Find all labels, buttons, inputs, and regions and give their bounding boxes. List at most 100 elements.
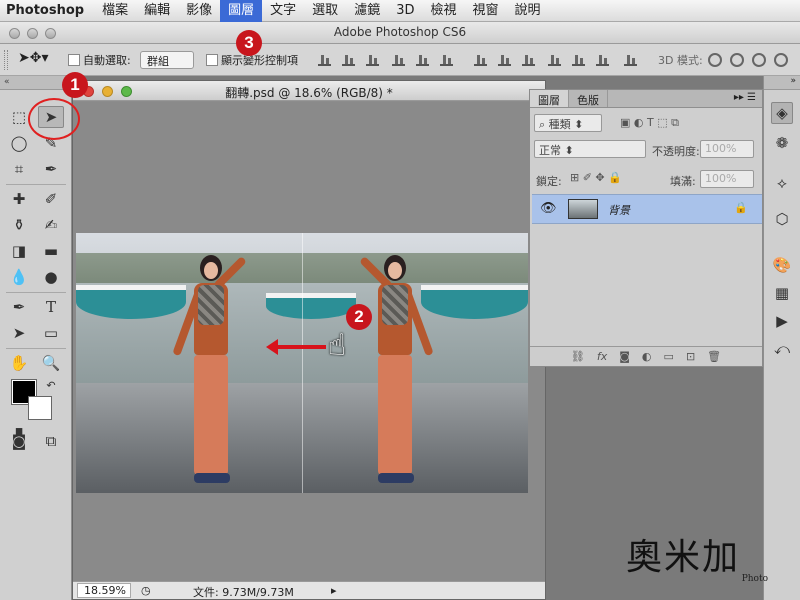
watermark-subtext: Photo bbox=[741, 574, 768, 584]
visibility-eye-icon[interactable]: 👁 bbox=[540, 201, 557, 216]
watermark-text: 奧米加 bbox=[626, 537, 741, 578]
auto-align-icon[interactable] bbox=[624, 53, 637, 66]
show-transform-label: 顯示變形控制項 bbox=[221, 54, 298, 67]
menu-select[interactable]: 選取 bbox=[304, 0, 346, 22]
distribute-bottom-icon[interactable] bbox=[522, 53, 535, 66]
document-size-info: 文件: 9.73M/9.73M bbox=[193, 586, 294, 599]
lasso-tool-icon[interactable]: ◯ bbox=[6, 132, 32, 154]
align-hcenter-icon[interactable] bbox=[416, 53, 429, 66]
opacity-label: 不透明度: bbox=[652, 145, 700, 158]
swap-colors-icon[interactable]: ↶ bbox=[38, 374, 64, 396]
distribute-left-icon[interactable] bbox=[548, 53, 561, 66]
new-group-icon[interactable]: ▭ bbox=[664, 350, 674, 363]
screen-mode-icon[interactable]: ⧉ bbox=[38, 430, 64, 452]
document-image[interactable] bbox=[76, 233, 528, 493]
menu-type[interactable]: 文字 bbox=[262, 0, 304, 22]
fill-input[interactable]: 100% bbox=[700, 170, 754, 188]
type-tool-icon[interactable]: T bbox=[38, 296, 64, 318]
layer-kind-label: 種類 bbox=[548, 118, 571, 131]
align-left-icon[interactable] bbox=[392, 53, 405, 66]
align-right-icon[interactable] bbox=[440, 53, 453, 66]
path-select-tool-icon[interactable]: ➤ bbox=[6, 322, 32, 344]
shape-tool-icon[interactable]: ▭ bbox=[38, 322, 64, 344]
color-panel-icon[interactable]: 🎨 bbox=[771, 254, 793, 276]
status-menu-icon[interactable]: ◷ bbox=[141, 584, 151, 597]
3d-panel-icon[interactable]: ⬡ bbox=[771, 208, 793, 230]
blend-mode-select[interactable]: 正常 ⬍ bbox=[534, 140, 646, 158]
align-top-icon[interactable] bbox=[318, 53, 331, 66]
align-bottom-icon[interactable] bbox=[366, 53, 379, 66]
layer-name[interactable]: 背景 bbox=[608, 202, 630, 218]
zoom-tool-icon[interactable]: 🔍 bbox=[38, 352, 64, 374]
swatches-panel-icon[interactable]: ▦ bbox=[771, 282, 793, 304]
eraser-tool-icon[interactable]: ◨ bbox=[6, 240, 32, 262]
watermark-logo: 奧米加 Photo bbox=[626, 528, 776, 584]
blur-tool-icon[interactable]: 💧 bbox=[6, 266, 32, 288]
layer-row-background[interactable]: 👁 背景 🔒 bbox=[532, 194, 762, 224]
3d-slide-icon[interactable] bbox=[774, 53, 788, 67]
channels-panel-icon[interactable]: ❁ bbox=[771, 132, 793, 154]
blend-mode-label: 正常 bbox=[539, 144, 561, 157]
move-tool-preset-icon[interactable]: ➤✥▾ bbox=[18, 50, 49, 66]
menu-3d[interactable]: 3D bbox=[388, 0, 422, 22]
distribute-right-icon[interactable] bbox=[596, 53, 609, 66]
status-arrow-icon[interactable]: ▸ bbox=[331, 584, 337, 597]
step-badge-3: 3 bbox=[236, 30, 262, 56]
dodge-tool-icon[interactable]: ● bbox=[38, 266, 64, 288]
actions-panel-icon[interactable]: ▶ bbox=[771, 310, 793, 332]
adjustment-layer-icon[interactable]: ◐ bbox=[642, 350, 652, 363]
panel-dock: » ◈ ❁ ⟡ ⬡ 🎨 ▦ ▶ ⤺ bbox=[763, 76, 800, 600]
app-menu[interactable]: Photoshop bbox=[0, 3, 94, 18]
new-layer-icon[interactable]: ⊡ bbox=[686, 350, 695, 363]
lock-icons[interactable]: ⊞ ✐ ✥ 🔒 bbox=[570, 171, 622, 184]
menu-edit[interactable]: 編輯 bbox=[136, 0, 178, 22]
tab-layers[interactable]: 圖層 bbox=[530, 90, 569, 107]
canvas-area[interactable] bbox=[73, 102, 545, 581]
layer-kind-filter[interactable]: ⌕ 種類 ⬍ bbox=[534, 114, 602, 132]
distribute-vcenter-icon[interactable] bbox=[498, 53, 511, 66]
history-brush-tool-icon[interactable]: ✍ bbox=[38, 214, 64, 236]
brush-tool-icon[interactable]: ✐ bbox=[38, 188, 64, 210]
menu-layer[interactable]: 圖層 bbox=[220, 0, 263, 22]
dock-collapse[interactable]: » bbox=[764, 76, 800, 90]
add-mask-icon[interactable]: ◙ bbox=[619, 350, 630, 363]
align-vcenter-icon[interactable] bbox=[342, 53, 355, 66]
auto-select-dropdown[interactable]: 群組 bbox=[140, 51, 194, 69]
opacity-input[interactable]: 100% bbox=[700, 140, 754, 158]
quick-mask-icon[interactable]: ◙ bbox=[6, 430, 32, 452]
delete-layer-icon[interactable]: 🗑 bbox=[707, 350, 721, 363]
distribute-top-icon[interactable] bbox=[474, 53, 487, 66]
document-window: 翻轉.psd @ 18.6% (RGB/8) * 18.59% ◷ 文件: 9.… bbox=[72, 80, 546, 600]
3d-drag-icon[interactable] bbox=[752, 53, 766, 67]
distribute-hcenter-icon[interactable] bbox=[572, 53, 585, 66]
history-panel-icon[interactable]: ⤺ bbox=[771, 338, 793, 360]
options-grip[interactable] bbox=[4, 50, 8, 70]
zoom-level-field[interactable]: 18.59% bbox=[77, 583, 131, 598]
menu-view[interactable]: 檢視 bbox=[422, 0, 464, 22]
background-color-swatch[interactable] bbox=[28, 396, 52, 420]
3d-rotate-icon[interactable] bbox=[708, 53, 722, 67]
menu-image[interactable]: 影像 bbox=[178, 0, 220, 22]
menu-help[interactable]: 說明 bbox=[507, 0, 549, 22]
eyedropper-tool-icon[interactable]: ✒ bbox=[38, 158, 64, 180]
options-bar: ➤✥▾ 自動選取: 群組 顯示變形控制項 3D 模式: bbox=[0, 44, 800, 76]
crop-tool-icon[interactable]: ⌗ bbox=[6, 158, 32, 180]
auto-select-checkbox[interactable]: 自動選取: bbox=[68, 52, 131, 68]
link-layers-icon[interactable]: ⛓ bbox=[571, 350, 585, 363]
tab-channels[interactable]: 色版 bbox=[569, 90, 608, 107]
tools-panel-header[interactable]: « bbox=[0, 76, 71, 90]
filter-icons[interactable]: ▣ ◐ T ⬚ ⧉ bbox=[620, 116, 679, 130]
menu-filter[interactable]: 濾鏡 bbox=[346, 0, 388, 22]
paths-panel-icon[interactable]: ⟡ bbox=[771, 172, 793, 194]
pen-tool-icon[interactable]: ✒ bbox=[6, 296, 32, 318]
gradient-tool-icon[interactable]: ▬ bbox=[38, 240, 64, 262]
menu-window[interactable]: 視窗 bbox=[465, 0, 507, 22]
healing-brush-tool-icon[interactable]: ✚ bbox=[6, 188, 32, 210]
clone-stamp-tool-icon[interactable]: ⚱ bbox=[6, 214, 32, 236]
3d-roll-icon[interactable] bbox=[730, 53, 744, 67]
menu-file[interactable]: 檔案 bbox=[94, 0, 136, 22]
hand-tool-icon[interactable]: ✋ bbox=[6, 352, 32, 374]
panel-menu-icon[interactable]: ▸▸ ☰ bbox=[728, 90, 762, 107]
layer-style-icon[interactable]: fx bbox=[597, 350, 607, 363]
layers-panel-icon[interactable]: ◈ bbox=[771, 102, 793, 124]
